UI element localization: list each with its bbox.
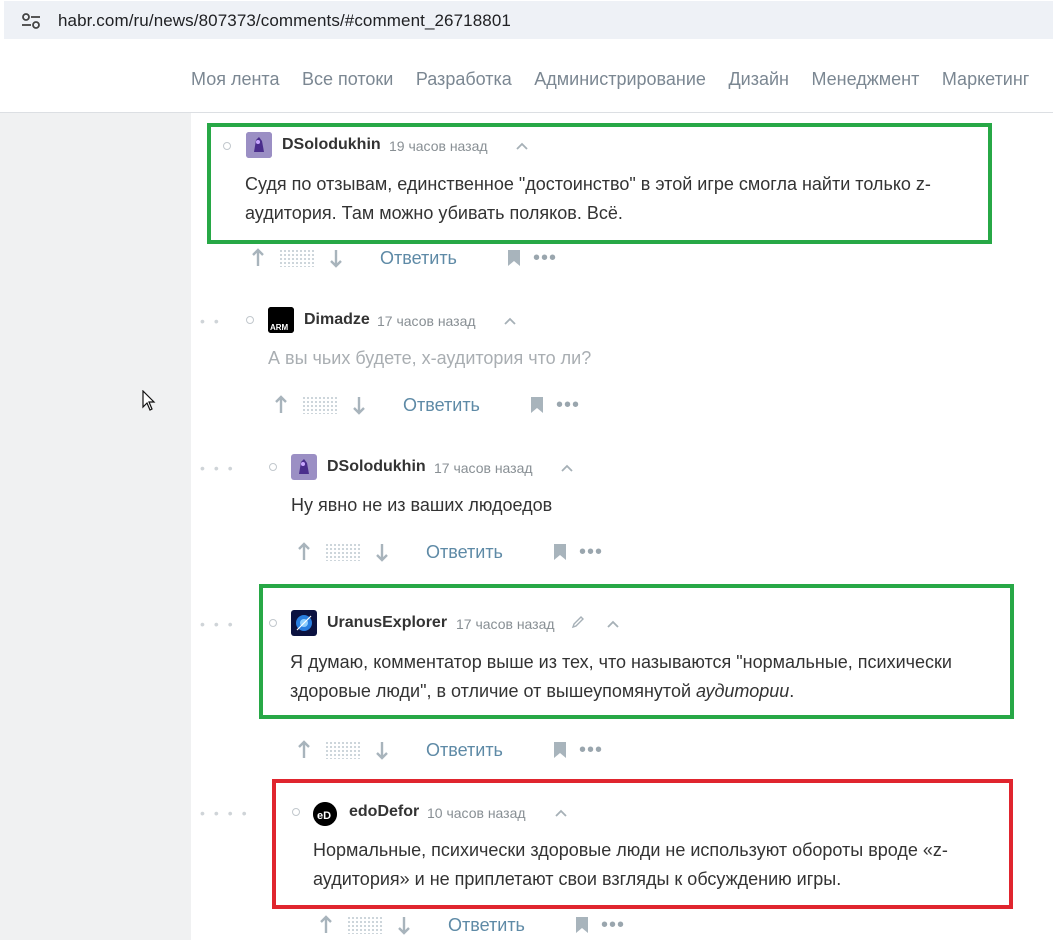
arrow-up-icon[interactable]	[250, 248, 266, 268]
nav-item-design[interactable]: Дизайн	[728, 69, 789, 90]
comment-username[interactable]: Dimadze	[304, 311, 370, 329]
arrow-down-icon[interactable]	[328, 248, 344, 268]
comment-text: А вы чьих будете, х-аудитория что ли?	[268, 348, 592, 368]
rating-score	[347, 916, 383, 934]
arrow-down-icon[interactable]	[351, 395, 367, 415]
mouse-cursor-icon	[142, 390, 156, 411]
thread-depth-dots: •••	[200, 460, 242, 476]
more-options-icon[interactable]: •••	[579, 542, 603, 562]
nav-item-administration[interactable]: Администрирование	[534, 69, 706, 90]
thread-ring	[269, 463, 277, 471]
thread-depth-dots: •••	[200, 616, 242, 632]
bookmark-icon[interactable]	[530, 396, 544, 414]
reply-link[interactable]: Ответить	[380, 248, 457, 269]
arrow-up-icon[interactable]	[273, 395, 289, 415]
thread-depth-dots: ••••	[200, 805, 256, 821]
reply-link[interactable]: Ответить	[403, 395, 480, 416]
comment-actions: Ответить •••	[296, 541, 603, 563]
bookmark-icon[interactable]	[575, 916, 589, 934]
reply-link[interactable]: Ответить	[448, 915, 525, 936]
arrow-up-icon[interactable]	[296, 740, 312, 760]
nav-item-management[interactable]: Менеджмент	[811, 69, 919, 90]
tune-icon[interactable]	[20, 10, 42, 32]
arrow-down-icon[interactable]	[374, 542, 390, 562]
nav-items: Моя лента Все потоки Разработка Админист…	[191, 69, 1053, 90]
arrow-down-icon[interactable]	[396, 915, 412, 935]
chevron-up-icon[interactable]	[503, 316, 517, 326]
nav-item-my-feed[interactable]: Моя лента	[191, 69, 279, 90]
bookmark-icon[interactable]	[507, 249, 521, 267]
reply-link[interactable]: Ответить	[426, 542, 503, 563]
comment-actions: Ответить •••	[273, 394, 580, 416]
comment-actions: Ответить •••	[318, 914, 625, 936]
arrow-up-icon[interactable]	[318, 915, 334, 935]
browser-address-bar: habr.com/ru/news/807373/comments/#commen…	[0, 0, 1053, 42]
more-options-icon[interactable]: •••	[533, 248, 557, 268]
nav-item-marketing[interactable]: Маркетинг	[942, 69, 1030, 90]
url-field[interactable]: habr.com/ru/news/807373/comments/#commen…	[4, 1, 1053, 39]
url-text[interactable]: habr.com/ru/news/807373/comments/#commen…	[58, 11, 511, 31]
rating-score	[302, 396, 338, 414]
chevron-up-icon[interactable]	[560, 463, 574, 473]
bookmark-icon[interactable]	[553, 543, 567, 561]
comment-actions: Ответить •••	[296, 739, 603, 761]
avatar[interactable]: ARM	[268, 307, 294, 333]
comment-actions: Ответить •••	[250, 247, 557, 269]
arrow-up-icon[interactable]	[296, 542, 312, 562]
comment-time[interactable]: 17 часов назад	[434, 460, 533, 476]
rating-score	[279, 249, 315, 267]
reply-link[interactable]: Ответить	[426, 740, 503, 761]
comment-username[interactable]: DSolodukhin	[327, 458, 426, 476]
more-options-icon[interactable]: •••	[556, 395, 580, 415]
thread-depth-dots: ••	[200, 313, 228, 329]
thread-ring	[246, 316, 254, 324]
bookmark-icon[interactable]	[553, 741, 567, 759]
avatar-text: ARM	[270, 323, 289, 332]
more-options-icon[interactable]: •••	[579, 740, 603, 760]
comment-time[interactable]: 17 часов назад	[377, 313, 476, 329]
nav-item-all-streams[interactable]: Все потоки	[302, 69, 393, 90]
rating-score	[325, 741, 361, 759]
avatar[interactable]	[291, 454, 317, 480]
highlight-box-green	[259, 584, 1014, 719]
rating-score	[325, 543, 361, 561]
more-options-icon[interactable]: •••	[601, 915, 625, 935]
left-gutter	[0, 113, 191, 940]
highlight-box-red	[272, 779, 1013, 909]
highlight-box-green	[207, 123, 992, 244]
habr-nav: Моя лента Все потоки Разработка Админист…	[0, 50, 1053, 113]
comment-text: Ну явно не из ваших людоедов	[291, 495, 553, 515]
nav-item-development[interactable]: Разработка	[416, 69, 512, 90]
arrow-down-icon[interactable]	[374, 740, 390, 760]
